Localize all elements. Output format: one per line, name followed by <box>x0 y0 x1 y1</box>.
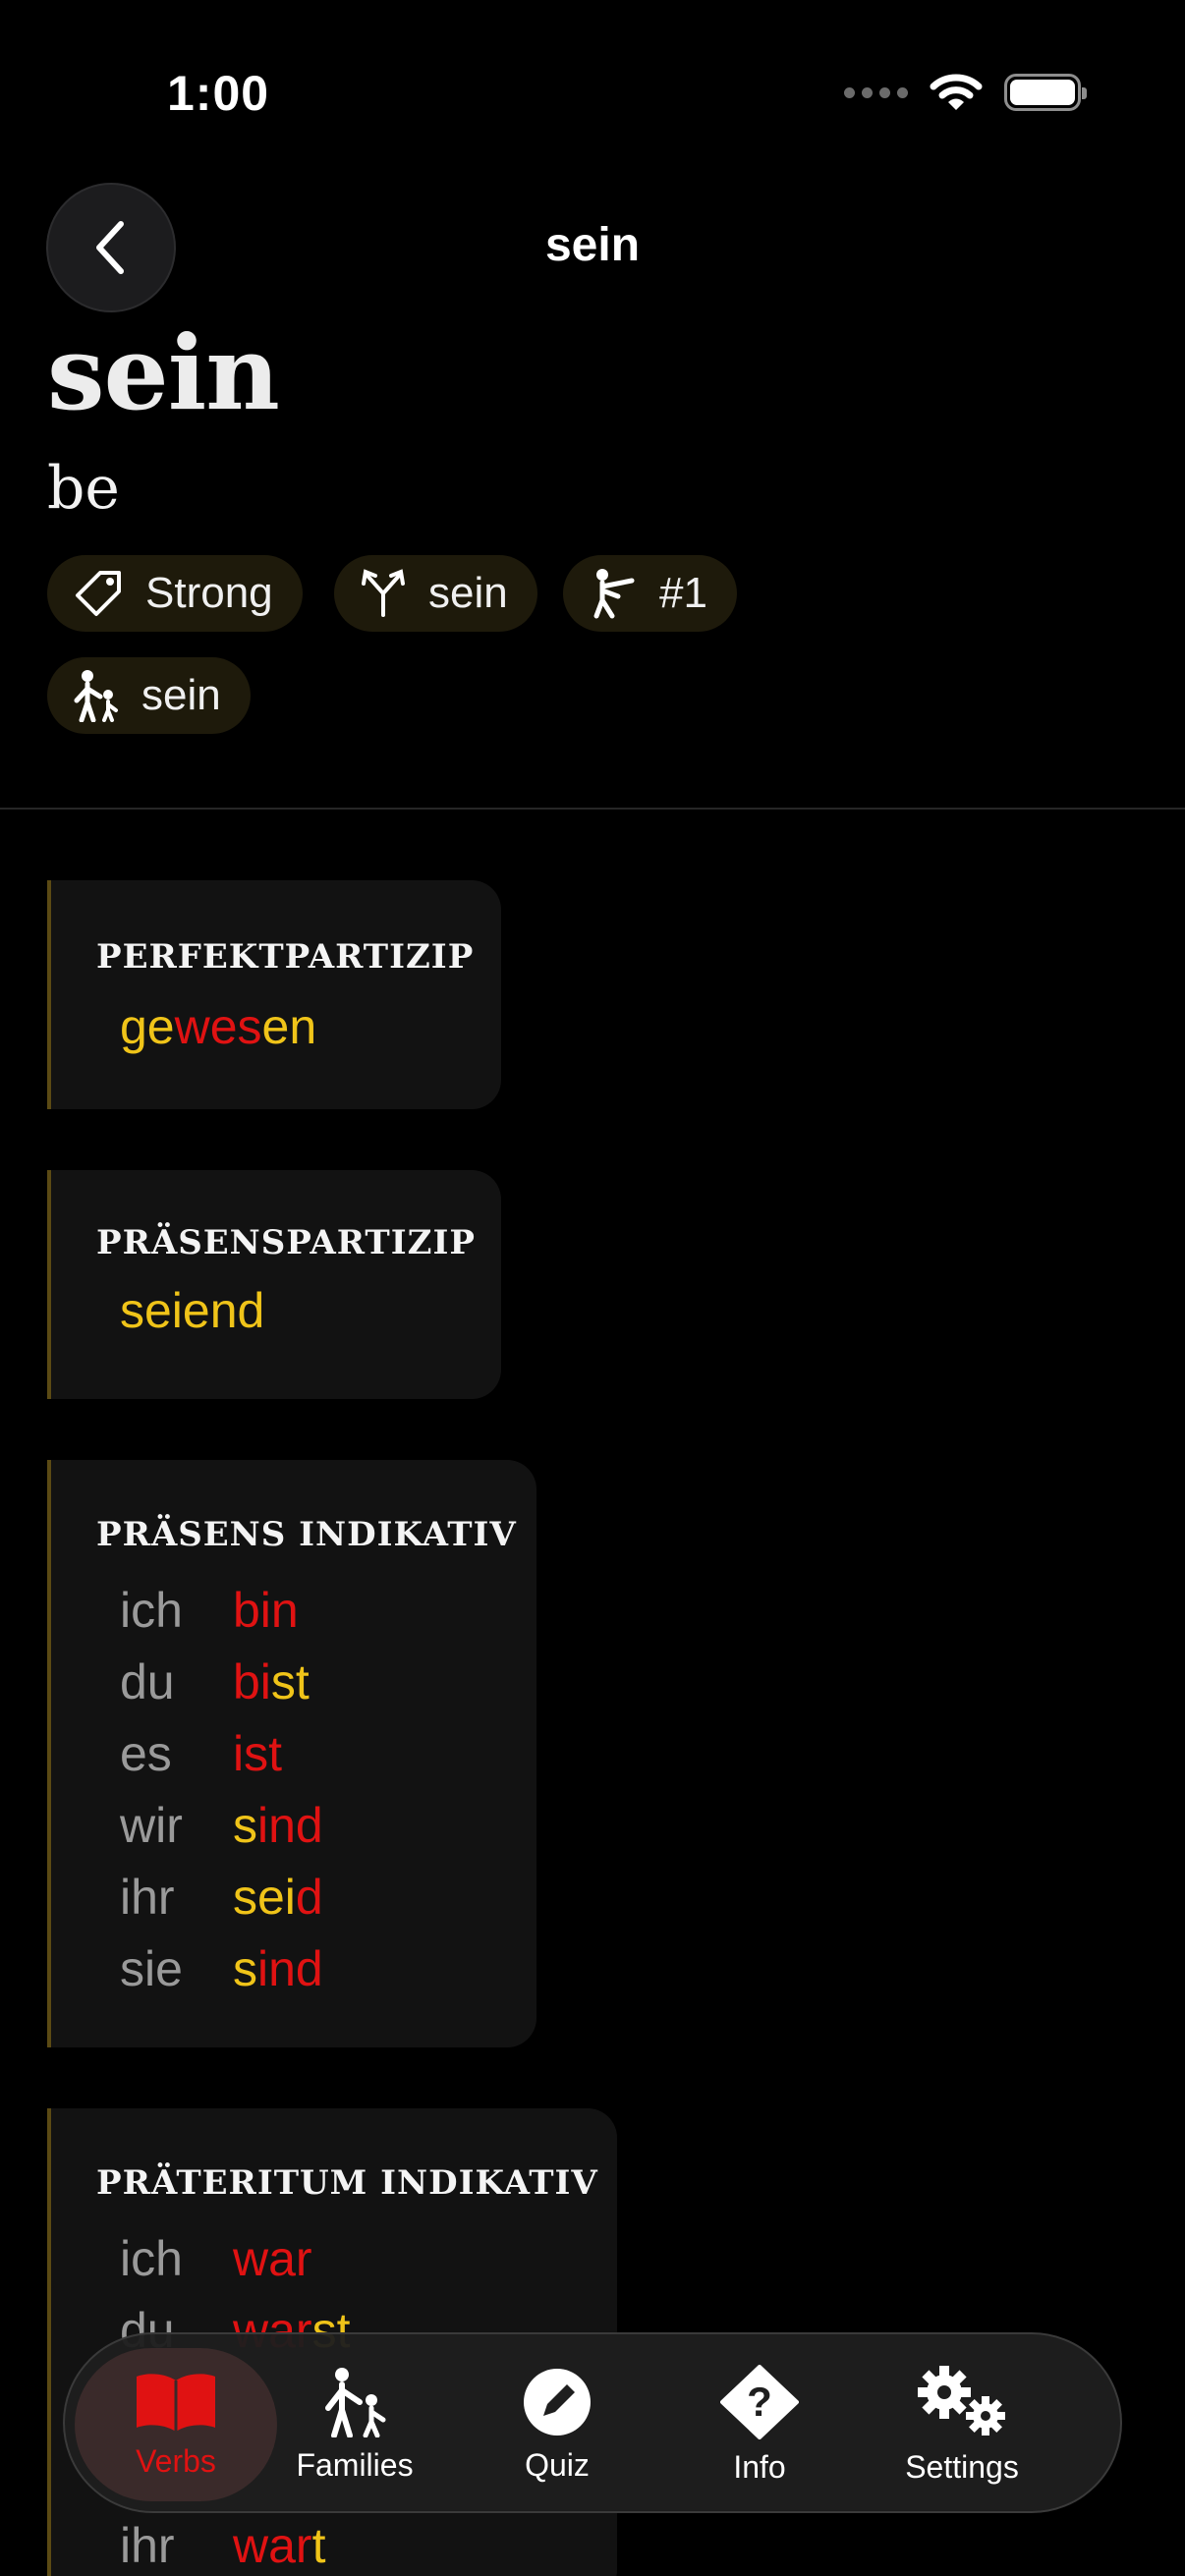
pronoun: wir <box>120 1797 183 1853</box>
tab-label: Quiz <box>525 2446 590 2483</box>
battery-icon <box>1004 74 1087 111</box>
pronoun: ihr <box>120 1869 175 1925</box>
gears-icon <box>918 2365 1005 2436</box>
conjugation-row: wir s ind <box>96 1789 536 1861</box>
tab-bar: Verbs Families Quiz ? Info Settings <box>63 2332 1122 2513</box>
card-praesenspartizip: PRÄSENSPARTIZIP seiend <box>47 1170 501 1399</box>
verb-infinitive: sein <box>47 312 280 433</box>
conjugation-row: sie s ind <box>96 1932 536 2004</box>
form-part: bin <box>233 1582 299 1638</box>
tag-family[interactable]: sein <box>47 657 251 734</box>
card-heading: PERFEKTPARTIZIP <box>96 937 475 977</box>
pronoun: es <box>120 1725 172 1781</box>
tab-label: Info <box>733 2448 786 2485</box>
status-time: 1:00 <box>167 66 270 121</box>
conjugation-row: es ist <box>96 1717 536 1789</box>
form-part: war <box>233 2517 312 2573</box>
card-perfektpartizip: PERFEKTPARTIZIP gewesen <box>47 880 501 1109</box>
tag-icon <box>76 571 121 616</box>
pronoun: du <box>120 1653 175 1709</box>
pencil-icon <box>524 2368 591 2436</box>
book-icon <box>137 2373 215 2432</box>
pronoun: sie <box>120 1940 183 1996</box>
kick-figure-icon <box>593 569 635 619</box>
tab-label: Families <box>296 2446 414 2483</box>
wifi-icon <box>930 74 983 110</box>
tag-label: #1 <box>659 569 707 617</box>
tag-label: sein <box>428 569 508 617</box>
form-part-stem: wes <box>174 999 262 1054</box>
tab-info[interactable]: ? Info <box>658 2334 861 2515</box>
conjugation-table: ich bin du bi st es ist wir s ind ihr sei d sie s… <box>96 1574 536 2004</box>
participle-form: gewesen <box>96 998 501 1055</box>
form-part: ind <box>257 1940 323 1996</box>
cellular-signal-icon <box>844 86 908 98</box>
form-part: st <box>270 1653 310 1709</box>
conjugation-row: ich war <box>96 2222 617 2294</box>
tag-label: Strong <box>145 569 273 617</box>
pronoun: ich <box>120 2230 183 2286</box>
form-part: s <box>233 1940 257 1996</box>
conjugation-row: ich bin <box>96 1574 536 1646</box>
tab-label: Settings <box>905 2448 1019 2485</box>
tag-stem[interactable]: sein <box>334 555 537 632</box>
form-part: sei <box>233 1869 296 1925</box>
conjugation-row: du bi st <box>96 1646 536 1717</box>
card-heading: PRÄTERITUM INDIKATIV <box>96 2163 598 2203</box>
form-part: s <box>233 1797 257 1853</box>
tag-conjugation-type[interactable]: Strong <box>47 555 303 632</box>
branch-icon <box>362 569 405 617</box>
question-icon: ? <box>720 2364 799 2439</box>
family-icon <box>325 2367 386 2437</box>
form-part: bi <box>233 1653 271 1709</box>
tab-quiz[interactable]: Quiz <box>456 2334 658 2515</box>
verb-meaning: be <box>47 454 120 523</box>
card-heading: PRÄSENS INDIKATIV <box>96 1515 517 1554</box>
card-praesens-indikativ: PRÄSENS INDIKATIV ich bin du bi st es ist wi… <box>47 1460 536 2047</box>
tab-label: Verbs <box>136 2442 216 2479</box>
participle-form: seiend <box>96 1282 501 1339</box>
form-part-suffix: en <box>261 999 317 1054</box>
card-heading: PRÄSENSPARTIZIP <box>96 1223 476 1262</box>
nav-title: sein <box>544 219 641 271</box>
form-part: seiend <box>120 1283 265 1338</box>
form-part: d <box>295 1869 323 1925</box>
form-part: ist <box>233 1725 282 1781</box>
conjugation-row: ihr war t <box>96 2509 617 2576</box>
tab-families[interactable]: Families <box>254 2334 456 2515</box>
conjugation-row: ihr sei d <box>96 1861 536 1932</box>
header-divider <box>0 808 1185 810</box>
tab-settings[interactable]: Settings <box>861 2334 1063 2515</box>
tab-verbs[interactable]: Verbs <box>75 2348 277 2501</box>
status-icons <box>844 73 1087 112</box>
form-part: t <box>311 2517 326 2573</box>
pronoun: ich <box>120 1582 183 1638</box>
family-icon <box>74 670 118 722</box>
tag-label: sein <box>141 671 221 719</box>
pronoun: ihr <box>120 2517 175 2573</box>
tag-rank[interactable]: #1 <box>563 555 737 632</box>
svg-text:?: ? <box>747 2379 772 2425</box>
form-part-prefix: ge <box>120 999 175 1054</box>
form-part: war <box>233 2230 312 2286</box>
form-part: ind <box>257 1797 323 1853</box>
